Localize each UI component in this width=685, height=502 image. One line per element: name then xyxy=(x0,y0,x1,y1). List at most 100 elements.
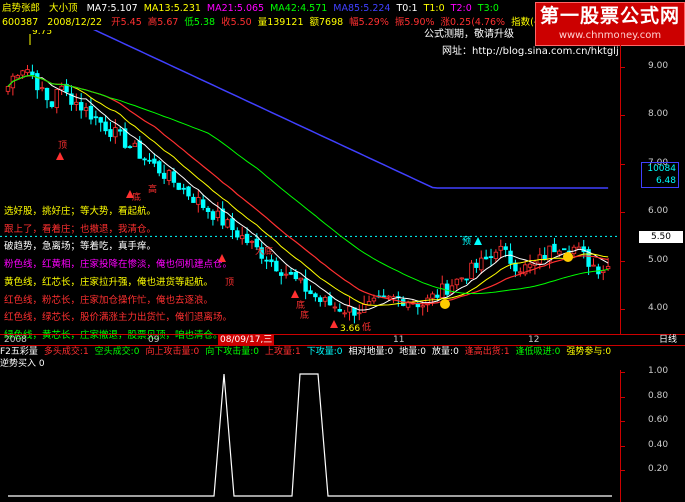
candle-body xyxy=(161,172,167,179)
candle-body xyxy=(308,290,313,295)
candle-body xyxy=(303,278,308,292)
candle-body xyxy=(127,146,133,148)
indicator-name[interactable]: 大小顶 xyxy=(49,3,78,14)
candle-body xyxy=(601,270,606,273)
sub-indicator-name[interactable]: 逆势买入 xyxy=(0,359,36,369)
candle-body xyxy=(483,256,489,260)
signal-tick-mark xyxy=(621,470,625,471)
candle-body xyxy=(357,312,362,315)
candle-body xyxy=(479,257,484,271)
candle-body xyxy=(59,85,64,91)
sub-indicator-header: F2五彩量 多头成交:1 空头成交:0 向上攻击量:0 向下攻击量:0 上攻量:1 下攻量:… xyxy=(0,346,685,358)
price-tick-label: 4.00 xyxy=(648,303,669,313)
candle-body xyxy=(157,161,162,174)
candle-body xyxy=(88,105,94,120)
candle-body xyxy=(313,293,318,298)
signal-tick-mark xyxy=(621,396,625,398)
candle-body xyxy=(176,182,181,190)
candle-body xyxy=(337,308,342,312)
signal-label: 底 xyxy=(296,299,305,311)
quote-value: 收5.50 xyxy=(221,17,252,28)
signal-arrow-icon xyxy=(56,152,64,160)
date-label: 12 xyxy=(528,335,540,345)
candle-body xyxy=(288,272,294,275)
price-tick-label: 9.00 xyxy=(648,61,669,71)
period-label[interactable]: 日线 xyxy=(659,335,677,346)
candle-body xyxy=(78,102,84,111)
candle-body xyxy=(562,248,567,251)
signal-arrow-icon xyxy=(474,237,482,245)
candle-body xyxy=(93,116,99,119)
candle-body xyxy=(293,271,299,280)
highlight-volume: 10084 xyxy=(647,164,676,174)
candle-body xyxy=(147,159,152,162)
price-tick-mark xyxy=(621,67,625,68)
price-tick-mark xyxy=(621,212,625,214)
signal-label: 高 xyxy=(148,183,157,195)
candle-body xyxy=(269,259,274,263)
candle-body xyxy=(54,89,59,108)
quote-value: 量139121 xyxy=(257,17,304,28)
candle-body xyxy=(49,101,55,107)
sub-indicator-value: 向上攻击量:0 xyxy=(145,347,200,357)
legend-line: 红色线，绿芯长，股价满涨主力出货忙，俺们退离场。 xyxy=(4,312,233,324)
candle-body xyxy=(493,251,499,259)
sub-indicator-value: 下攻量:0 xyxy=(306,347,343,357)
signal-label: 底 xyxy=(300,309,309,321)
sub-indicator-value: 0 xyxy=(38,359,45,369)
legend-line: 黄色线，红芯长，庄家拉升强，俺也进货等起航。 xyxy=(4,276,214,288)
highlight-price: 6.48 xyxy=(655,176,676,186)
price-tick-label: 8.00 xyxy=(648,109,669,120)
signal-tick-mark xyxy=(621,372,625,373)
signal-label: 低 xyxy=(362,321,371,333)
sub-indicator-value: 上攻量:1 xyxy=(264,347,301,357)
candle-body xyxy=(503,246,508,250)
candle-body xyxy=(191,196,196,203)
quote-value: 开5.45 xyxy=(111,17,142,28)
ma-value: MA7:5.107 xyxy=(86,3,138,14)
candle-body xyxy=(605,266,611,270)
candle-body xyxy=(181,187,186,190)
smiley-icon xyxy=(563,252,573,262)
sub-indicator-value: 逢高出货:1 xyxy=(464,347,510,357)
signal-tick-mark xyxy=(621,421,625,422)
sub-indicator-value: 多头成交:1 xyxy=(43,347,89,357)
smiley-icon xyxy=(440,299,450,309)
ma-values: MA7:5.107 MA13:5.231 MA21:5.065 MA42:4.571 M… xyxy=(87,3,505,14)
low-marker-arrow xyxy=(330,320,338,328)
date-label: 2008 xyxy=(4,335,27,345)
candle-body xyxy=(459,277,464,280)
candle-body xyxy=(118,129,123,132)
candle-body xyxy=(420,305,425,308)
candle-body xyxy=(527,263,533,268)
candle-body xyxy=(166,170,172,181)
stock-title: 启势张郎 xyxy=(2,3,41,14)
candle-body xyxy=(474,262,479,268)
candle-body xyxy=(5,86,11,92)
candle-body xyxy=(552,243,557,253)
candle-body xyxy=(386,295,391,298)
header-line-1: 启势张郎 大小顶 MA7:5.107 MA13:5.231 MA21:5.065 MA… xyxy=(2,2,505,15)
candle-body xyxy=(518,271,523,274)
candle-body xyxy=(381,295,386,298)
ma-value: MA42:4.571 xyxy=(270,3,328,14)
formula-legend: 选好股，挑好庄；等大势，看起航。 跟上了，看着庄；也撤退，我清仓。 破趋势，急离场；… xyxy=(4,203,264,345)
quote-value: 额7698 xyxy=(309,17,344,28)
signal-axis: 1.00 0.80 0.60 0.40 0.20 xyxy=(620,366,685,502)
signal-tick-label: 0.60 xyxy=(648,415,669,425)
candle-body xyxy=(444,283,450,295)
ma-value: MA21:5.065 xyxy=(206,3,265,14)
signal-chart[interactable] xyxy=(0,370,620,502)
date-label: 08/09/17,三 xyxy=(218,335,275,346)
ma-value: T1:0 xyxy=(423,3,445,14)
candle-body xyxy=(469,262,474,279)
legend-line: 选好股，挑好庄；等大势，看起航。 xyxy=(4,206,157,217)
legend-line: 破趋势，急离场；等着吃，真手痒。 xyxy=(4,241,157,253)
candle-body xyxy=(74,101,79,105)
quote-value: 高5.67 xyxy=(147,17,179,28)
candle-body xyxy=(318,297,323,302)
candle-body xyxy=(542,255,547,260)
signal-tick-label: 0.20 xyxy=(648,464,669,474)
price-axis: 9.00 8.00 7.00 6.00 5.00 4.00 10084 6.48 5.50 xyxy=(620,30,685,335)
candle-body xyxy=(342,312,347,315)
